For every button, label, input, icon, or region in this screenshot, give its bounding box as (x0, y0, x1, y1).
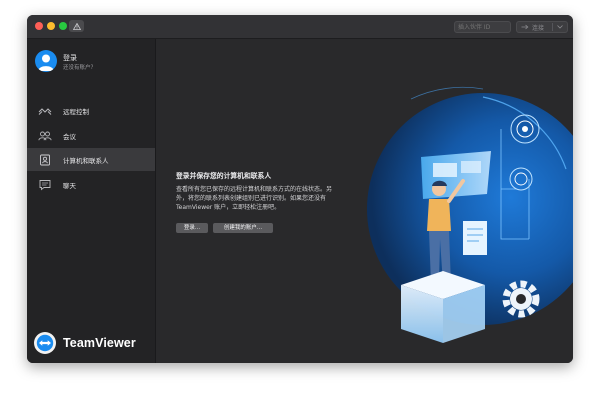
contacts-icon (38, 153, 52, 167)
title-bar: 连接 (27, 15, 573, 39)
chat-icon (38, 178, 52, 192)
connect-button[interactable]: 连接 (516, 21, 568, 33)
avatar[interactable] (35, 50, 57, 72)
user-node (522, 126, 528, 132)
sidebar-item-remote-control[interactable]: 远程控制 (27, 99, 155, 122)
main-panel: 登录并保存您的计算机和联系人 查看所有您已保存的远程计算机和联系方式的在线状态。… (156, 39, 573, 363)
sidebar-item-label: 计算机和联系人 (63, 156, 109, 165)
login-button[interactable]: 登录... (176, 223, 208, 233)
arrow-right-icon (521, 24, 529, 30)
no-account-link[interactable]: 还没有账户？ (63, 63, 96, 71)
brand: TeamViewer (34, 332, 136, 354)
account-login-link[interactable]: 登录 (63, 53, 77, 63)
sidebar-item-meeting[interactable]: 会议 (27, 124, 155, 147)
sidebar-item-label: 远程控制 (63, 107, 89, 116)
sidebar-item-label: 会议 (63, 132, 76, 141)
page-title: 登录并保存您的计算机和联系人 (176, 172, 272, 180)
chevron-down-icon[interactable] (557, 25, 563, 29)
connect-label: 连接 (532, 24, 545, 32)
teamviewer-logo-icon (34, 332, 56, 354)
page-description: 查看所有您已保存的远程计算机和联系方式的在线状态。另外，将您的联系列表创建组别已… (176, 186, 333, 211)
sidebar-item-chat[interactable]: 聊天 (27, 173, 155, 196)
remote-control-icon (38, 104, 52, 118)
meeting-icon (38, 129, 52, 143)
button-divider (552, 23, 553, 31)
document-card (463, 221, 487, 255)
user-icon (38, 54, 54, 71)
warning-button[interactable] (69, 20, 84, 32)
minimize-window-button[interactable] (47, 22, 55, 30)
hologram-window (461, 161, 481, 173)
sidebar-item-label: 聊天 (63, 181, 76, 190)
sidebar-item-contacts[interactable]: 计算机和联系人 (27, 148, 155, 171)
brand-name: TeamViewer (63, 336, 136, 350)
partner-id-input[interactable] (454, 21, 511, 33)
sidebar: 登录 还没有账户？ 远程控制 会议 计算机和联系人 聊天 TeamViewer (27, 39, 156, 363)
create-account-button[interactable]: 创建我的账户... (213, 223, 273, 233)
hologram-window (433, 163, 457, 177)
warning-icon (72, 22, 81, 30)
zoom-window-button[interactable] (59, 22, 67, 30)
close-window-button[interactable] (35, 22, 43, 30)
app-window: 连接 登录 还没有账户？ 远程控制 (27, 15, 573, 363)
contacts-illustration (367, 86, 573, 343)
